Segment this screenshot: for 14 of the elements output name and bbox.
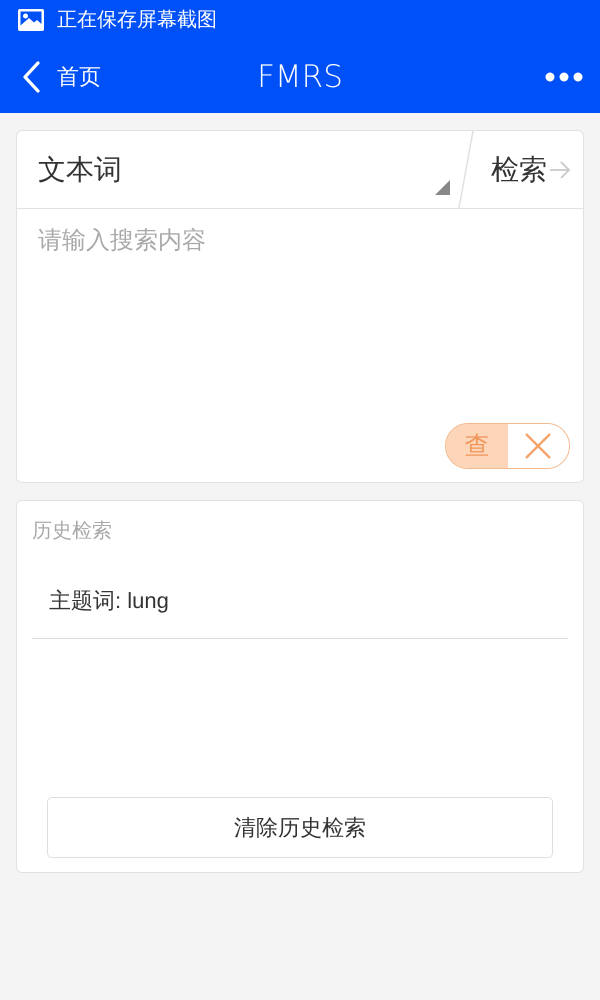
search-button[interactable]: 检索 [474, 131, 583, 208]
status-text: 正在保存屏幕截图 [57, 8, 217, 33]
image-icon [18, 9, 44, 31]
more-icon[interactable] [545, 72, 583, 82]
clear-history-button[interactable]: 清除历史检索 [47, 797, 553, 858]
close-icon [525, 433, 552, 459]
field-type-select[interactable]: 文本词 [17, 131, 458, 208]
page-title: FMRS [257, 58, 343, 96]
history-item[interactable]: 主题词: lung [49, 586, 169, 616]
back-button[interactable]: 首页 [18, 60, 105, 92]
history-title: 历史检索 [32, 519, 112, 544]
back-chevron-icon [22, 60, 40, 92]
arrow-right-icon [549, 160, 571, 180]
dropdown-triangle-icon [435, 180, 450, 195]
